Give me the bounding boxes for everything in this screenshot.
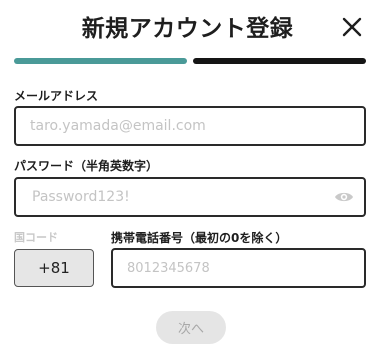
phone-placeholder: 8012345678 (127, 260, 210, 276)
eye-icon[interactable] (334, 188, 354, 206)
phone-field[interactable]: 8012345678 (111, 248, 366, 288)
password-field[interactable]: Password123! (14, 177, 366, 217)
progress-step-2 (193, 58, 366, 64)
email-placeholder: taro.yamada@email.com (30, 118, 206, 134)
close-icon[interactable] (341, 16, 363, 38)
country-code-label: 国コード (14, 231, 58, 244)
next-button-label: 次へ (177, 322, 204, 337)
country-code-select[interactable]: +81 (14, 249, 94, 287)
next-button[interactable]: 次へ (156, 311, 226, 344)
password-placeholder: Password123! (32, 189, 130, 205)
email-label: メールアドレス (14, 89, 99, 103)
email-field[interactable]: taro.yamada@email.com (14, 106, 366, 146)
country-code-value: +81 (38, 259, 70, 277)
progress-step-1 (14, 58, 187, 64)
page-title: 新規アカウント登録 (81, 16, 294, 42)
phone-label: 携帯電話番号（最初の0を除く） (111, 231, 288, 245)
header: 新規アカウント登録 (0, 0, 375, 56)
step-progress (14, 58, 366, 64)
password-label: パスワード（半角英数字） (14, 159, 159, 173)
